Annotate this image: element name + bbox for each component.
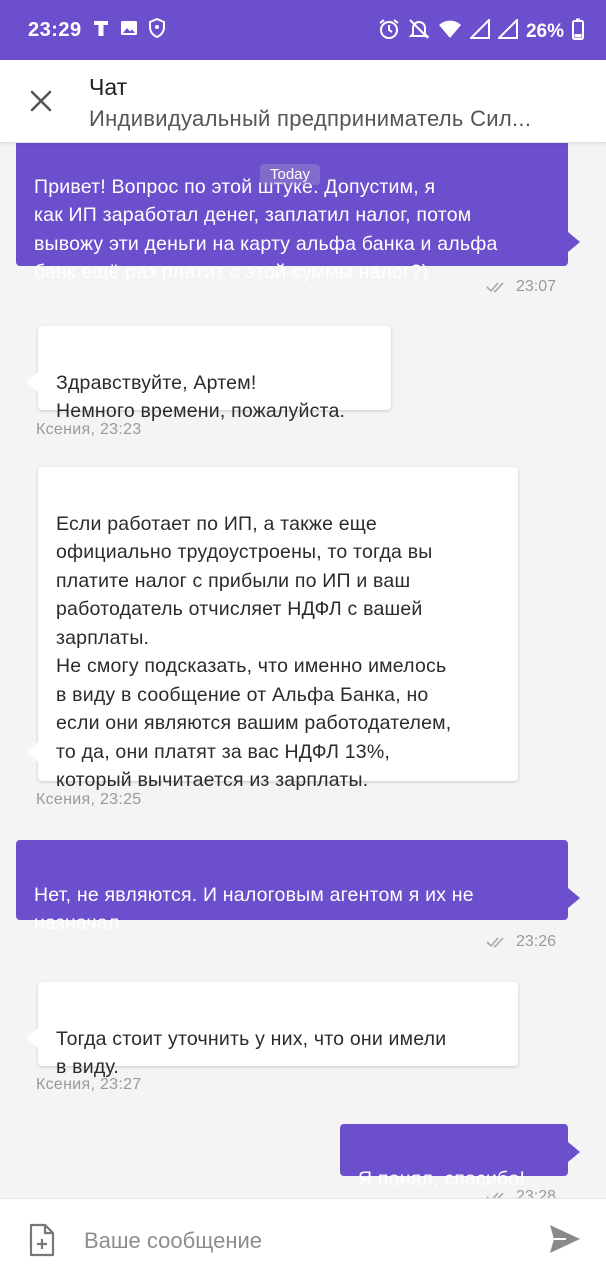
bubble-tail bbox=[568, 888, 580, 908]
send-icon bbox=[550, 1225, 580, 1253]
status-time: 23:29 bbox=[28, 19, 82, 41]
close-icon bbox=[30, 90, 52, 112]
message-bubble-outgoing[interactable]: Нет, не являются. И налоговым агентом я … bbox=[16, 840, 568, 934]
bubble-tail bbox=[26, 372, 38, 392]
chat-subtitle: Индивидуальный предприниматель Сил... bbox=[89, 106, 532, 131]
message-text: Привет! Вопрос по этой штуке. Допустим, … bbox=[34, 175, 498, 284]
date-divider: Today bbox=[260, 164, 321, 185]
close-button[interactable] bbox=[22, 82, 60, 120]
message-bubble-incoming[interactable]: Здравствуйте, Артем! Немного времени, по… bbox=[38, 326, 391, 422]
chat-header: Чат Индивидуальный предприниматель Сил..… bbox=[0, 60, 606, 143]
message-input[interactable] bbox=[82, 1221, 526, 1261]
message-meta: 23:28 bbox=[486, 1188, 556, 1198]
message-text: Тогда стоит уточнить у них, что они имел… bbox=[56, 1027, 447, 1079]
message-meta: Ксения, 23:25 bbox=[36, 791, 142, 808]
attach-file-button[interactable] bbox=[28, 1223, 56, 1257]
wifi-icon bbox=[438, 19, 462, 44]
message-time: 23:28 bbox=[515, 1188, 556, 1198]
message-bubble-outgoing[interactable]: Привет! Вопрос по этой штуке. Допустим, … bbox=[16, 142, 568, 283]
message-meta: Ксения, 23:27 bbox=[36, 1076, 142, 1093]
status-bar: 23:29 26% bbox=[0, 0, 606, 60]
message-time: 23:26 bbox=[515, 933, 556, 950]
message-text: Здравствуйте, Артем! Немного времени, по… bbox=[56, 371, 346, 423]
message-text: Я понял, спасибо! bbox=[358, 1167, 526, 1190]
message-bubble-incoming[interactable]: Если работает по ИП, а также еще официал… bbox=[38, 467, 518, 791]
signal-icon bbox=[496, 17, 518, 44]
alarm-icon bbox=[378, 18, 400, 45]
message-bubble-incoming[interactable]: Тогда стоит уточнить у них, что они имел… bbox=[38, 982, 518, 1078]
message-text: Нет, не являются. И налоговым агентом я … bbox=[34, 883, 474, 935]
signal-icon bbox=[468, 17, 490, 44]
bubble-tail bbox=[26, 1028, 38, 1048]
t-icon bbox=[92, 19, 110, 42]
page-title: Чат bbox=[89, 74, 128, 100]
mute-icon bbox=[408, 18, 430, 45]
image-icon bbox=[120, 19, 138, 42]
battery-percent: 26% bbox=[525, 20, 564, 42]
bubble-tail bbox=[26, 742, 38, 762]
message-list[interactable]: Today Привет! Вопрос по этой штуке. Допу… bbox=[0, 142, 606, 1198]
double-check-icon bbox=[486, 1192, 504, 1198]
message-meta: Ксения, 23:23 bbox=[36, 421, 142, 438]
message-bubble-outgoing[interactable]: Я понял, спасибо! bbox=[340, 1124, 568, 1190]
message-composer bbox=[0, 1198, 606, 1281]
battery-icon bbox=[572, 18, 584, 45]
attach-file-icon bbox=[29, 1223, 55, 1257]
message-time: 23:07 bbox=[515, 278, 556, 295]
message-meta: 23:07 bbox=[486, 278, 556, 296]
message-text: Если работает по ИП, а также еще официал… bbox=[56, 512, 452, 792]
bubble-tail bbox=[568, 1142, 580, 1162]
double-check-icon bbox=[486, 282, 504, 293]
shield-icon bbox=[148, 17, 166, 43]
double-check-icon bbox=[486, 937, 504, 948]
bubble-tail bbox=[568, 232, 580, 252]
message-meta: 23:26 bbox=[486, 933, 556, 951]
send-button[interactable] bbox=[548, 1223, 582, 1255]
